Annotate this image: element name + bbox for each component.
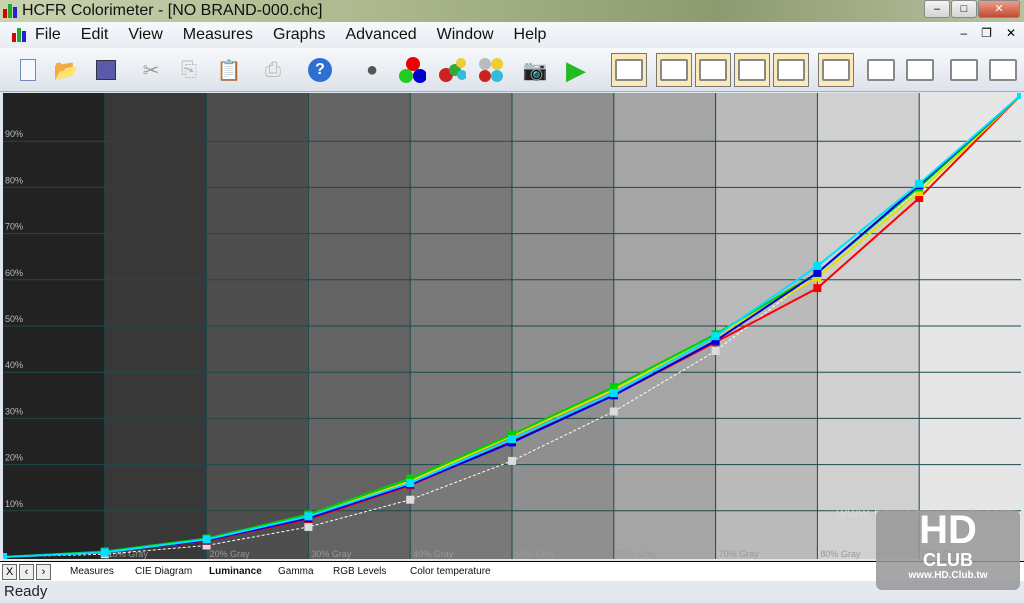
data-point-reference bbox=[711, 346, 720, 355]
graph-button-2[interactable] bbox=[656, 53, 692, 87]
next-tab-button[interactable]: › bbox=[36, 564, 51, 580]
graph-button-10[interactable] bbox=[985, 53, 1021, 87]
play-icon[interactable]: ▶ bbox=[562, 55, 590, 85]
primary-colors-icon[interactable] bbox=[398, 56, 426, 84]
copy-icon[interactable]: ⎘ bbox=[175, 56, 203, 84]
data-point-reference bbox=[304, 522, 313, 531]
data-point-luminance bbox=[3, 553, 7, 559]
save-icon[interactable] bbox=[92, 56, 120, 84]
data-point-reference bbox=[508, 456, 516, 465]
mdi-minimize-button[interactable]: – bbox=[960, 26, 967, 40]
graph-button-5[interactable] bbox=[773, 53, 809, 87]
graph-button-8[interactable] bbox=[902, 53, 938, 87]
data-point-luminance bbox=[711, 332, 720, 341]
graph-button-6[interactable] bbox=[818, 53, 854, 87]
close-button[interactable]: ✕ bbox=[978, 0, 1020, 18]
data-point-reference bbox=[406, 495, 415, 504]
cut-icon[interactable]: ✂ bbox=[137, 56, 165, 84]
open-folder-icon[interactable]: 📂 bbox=[52, 56, 80, 84]
data-point-luminance bbox=[202, 535, 211, 544]
camera-icon[interactable]: 📷 bbox=[521, 56, 549, 84]
data-point-luminance bbox=[1017, 93, 1021, 99]
data-point-red bbox=[813, 284, 822, 293]
tab-color-temperature[interactable]: Color temperature bbox=[410, 563, 491, 581]
menu-measures[interactable]: Measures bbox=[183, 26, 253, 44]
luminance-chart: 10%20%30%40%50%60%70%80%90%10% Gray 20% G… bbox=[3, 93, 1021, 559]
graph-button-9[interactable] bbox=[946, 53, 982, 87]
status-bar: Ready bbox=[0, 581, 1024, 600]
graph-button-1[interactable] bbox=[611, 53, 647, 87]
window-title: HCFR Colorimeter - [NO BRAND-000.chc] bbox=[22, 2, 323, 19]
tab-rgb-levels[interactable]: RGB Levels bbox=[333, 563, 386, 581]
data-point-blue bbox=[813, 268, 822, 277]
mdi-close-button[interactable]: ✕ bbox=[1006, 26, 1016, 40]
tab-luminance[interactable]: Luminance bbox=[209, 563, 262, 581]
x-tick-label: 30% Gray bbox=[311, 549, 352, 559]
close-tab-button[interactable]: X bbox=[2, 564, 17, 580]
y-tick-label: 90% bbox=[5, 129, 23, 139]
paste-icon[interactable]: 📋 bbox=[215, 56, 243, 84]
menu-window[interactable]: Window bbox=[437, 26, 494, 44]
x-tick-label: 20% Gray bbox=[210, 549, 251, 559]
y-tick-label: 20% bbox=[5, 453, 23, 463]
y-tick-label: 10% bbox=[5, 499, 23, 509]
secondary-colors-icon[interactable] bbox=[438, 56, 466, 84]
menu-help[interactable]: Help bbox=[514, 26, 547, 44]
data-point-reference bbox=[609, 407, 618, 416]
data-point-luminance bbox=[813, 261, 822, 270]
graph-button-3[interactable] bbox=[695, 53, 731, 87]
tab-bar: X ‹ › Measures CIE Diagram Luminance Gam… bbox=[0, 561, 1024, 581]
prev-tab-button[interactable]: ‹ bbox=[19, 564, 34, 580]
y-tick-label: 30% bbox=[5, 406, 23, 416]
tab-cie-diagram[interactable]: CIE Diagram bbox=[135, 563, 192, 581]
app-icon bbox=[3, 4, 17, 18]
graph-button-4[interactable] bbox=[734, 53, 770, 87]
x-tick-label: 50% Gray bbox=[515, 549, 556, 559]
x-tick-label: 80% Gray bbox=[820, 549, 861, 559]
y-tick-label: 40% bbox=[5, 360, 23, 370]
saturation-icon[interactable] bbox=[476, 56, 504, 84]
graph-button-7[interactable] bbox=[863, 53, 899, 87]
y-tick-label: 80% bbox=[5, 175, 23, 185]
data-point-luminance bbox=[406, 479, 415, 488]
minimize-button[interactable]: – bbox=[924, 0, 950, 18]
menu-view[interactable]: View bbox=[128, 26, 162, 44]
x-tick-label: 60% Gray bbox=[617, 549, 658, 559]
mdi-restore-button[interactable]: ❐ bbox=[981, 26, 992, 40]
new-icon[interactable] bbox=[14, 56, 42, 84]
doc-icon bbox=[12, 28, 26, 42]
y-tick-label: 70% bbox=[5, 222, 23, 232]
maximize-button[interactable]: □ bbox=[951, 0, 977, 18]
data-point-luminance bbox=[915, 179, 924, 188]
y-tick-label: 50% bbox=[5, 314, 23, 324]
menu-file[interactable]: File bbox=[35, 26, 61, 44]
toolbar: 📂 ✂ ⎘ 📋 ⎙ ? ● 📷 ▶ bbox=[0, 48, 1024, 92]
data-point-luminance bbox=[508, 435, 516, 444]
menu-edit[interactable]: Edit bbox=[81, 26, 109, 44]
data-point-luminance bbox=[609, 388, 618, 397]
y-tick-label: 60% bbox=[5, 268, 23, 278]
menu-graphs[interactable]: Graphs bbox=[273, 26, 325, 44]
x-tick-label: 40% Gray bbox=[413, 549, 454, 559]
print-icon[interactable]: ⎙ bbox=[259, 56, 287, 84]
gray-measures-icon[interactable]: ● bbox=[358, 56, 386, 84]
data-point-luminance bbox=[304, 512, 313, 521]
tab-measures[interactable]: Measures bbox=[70, 563, 114, 581]
menu-bar: File Edit View Measures Graphs Advanced … bbox=[0, 22, 1024, 48]
data-point-luminance bbox=[100, 548, 109, 557]
x-tick-label: 70% Gray bbox=[719, 549, 760, 559]
menu-advanced[interactable]: Advanced bbox=[345, 26, 416, 44]
tab-gamma[interactable]: Gamma bbox=[278, 563, 314, 581]
help-icon[interactable]: ? bbox=[306, 56, 334, 84]
hd-club-logo: HD CLUB www.HD.Club.tw bbox=[876, 510, 1020, 590]
title-bar: HCFR Colorimeter - [NO BRAND-000.chc] – … bbox=[0, 0, 1024, 22]
